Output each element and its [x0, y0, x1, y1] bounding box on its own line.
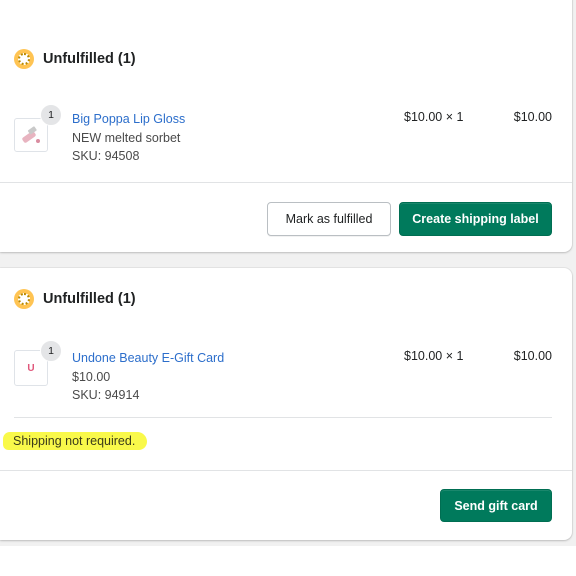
card-title: Unfulfilled (1): [43, 291, 136, 307]
unit-price: $10.00 × 1: [404, 110, 464, 124]
unit-price: $10.00 × 1: [404, 349, 464, 363]
sku-label: SKU: 94914: [72, 388, 140, 402]
shipping-note: Shipping not required.: [3, 432, 148, 450]
divider: [14, 417, 552, 418]
card-header: Unfulfilled (1): [14, 49, 136, 69]
orders-page: Unfulfilled (1) 1 Big Poppa Lip Gloss NE…: [0, 0, 576, 576]
product-link[interactable]: Undone Beauty E-Gift Card: [72, 349, 224, 368]
unfulfilled-status-icon: [14, 49, 34, 69]
page-footer: [0, 546, 576, 576]
mark-as-fulfilled-button[interactable]: Mark as fulfilled: [267, 202, 391, 236]
fulfillment-card-2: Unfulfilled (1) U 1 Undone Beauty E-Gift…: [0, 268, 572, 540]
line-total: $10.00: [513, 349, 552, 363]
quantity-badge: 1: [40, 340, 62, 362]
divider: [0, 182, 572, 183]
card-title: Unfulfilled (1): [43, 51, 136, 67]
fulfillment-card-1: Unfulfilled (1) 1 Big Poppa Lip Gloss NE…: [0, 0, 572, 252]
line-item: 1 Big Poppa Lip Gloss NEW melted sorbet …: [14, 104, 552, 174]
item-details: Big Poppa Lip Gloss NEW melted sorbet SK…: [72, 110, 185, 166]
line-total: $10.00: [513, 110, 552, 124]
line-item: U 1 Undone Beauty E-Gift Card $10.00 SKU…: [14, 340, 552, 413]
send-gift-card-button[interactable]: Send gift card: [440, 489, 552, 522]
price-label: $10.00: [72, 369, 111, 384]
unfulfilled-status-icon: [14, 289, 34, 309]
sku-label: SKU: 94508: [72, 149, 140, 163]
item-details: Undone Beauty E-Gift Card $10.00 SKU: 94…: [72, 349, 224, 405]
variant-label: NEW melted sorbet: [72, 130, 181, 145]
quantity-badge: 1: [40, 104, 62, 126]
card-header: Unfulfilled (1): [14, 289, 136, 309]
create-shipping-label-button[interactable]: Create shipping label: [399, 202, 552, 236]
product-link[interactable]: Big Poppa Lip Gloss: [72, 110, 185, 129]
divider: [0, 470, 572, 471]
